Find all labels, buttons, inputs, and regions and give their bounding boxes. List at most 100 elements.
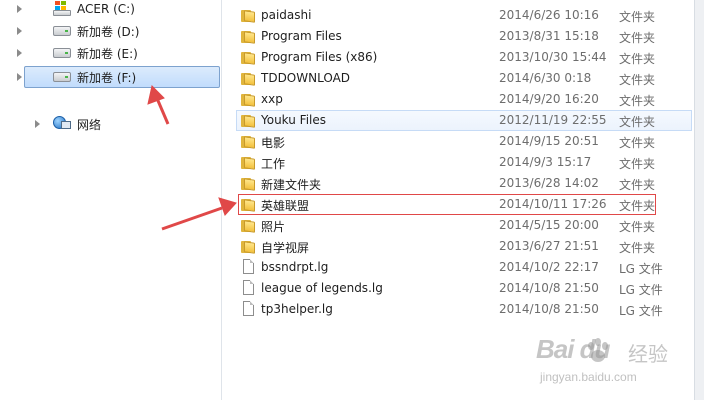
date-modified: 2013/6/27 21:51	[499, 239, 599, 253]
folder-row[interactable]: TDDOWNLOAD 2014/6/30 0:18 文件夹	[236, 68, 692, 89]
file-row[interactable]: tp3helper.lg 2014/10/8 21:50 LG 文件	[236, 299, 692, 320]
file-name: 电影	[261, 136, 286, 150]
folder-icon	[241, 197, 256, 212]
date-modified: 2013/6/28 14:02	[499, 176, 599, 190]
date-modified: 2014/10/2 22:17	[499, 260, 599, 274]
drive-icon	[53, 26, 71, 36]
folder-icon	[241, 218, 256, 233]
file-name: 新建文件夹	[261, 178, 322, 192]
folder-icon	[241, 155, 256, 170]
watermark-url: jingyan.baidu.com	[540, 370, 637, 384]
folder-row[interactable]: paidashi 2014/6/26 10:16 文件夹	[236, 5, 692, 26]
folder-row[interactable]: Program Files (x86) 2013/10/30 15:44 文件夹	[236, 47, 692, 68]
file-name: Program Files	[261, 29, 342, 43]
expand-arrow-icon[interactable]	[35, 120, 40, 128]
paw-icon	[588, 338, 608, 362]
date-modified: 2013/8/31 15:18	[499, 29, 599, 43]
tree-item-drive-c[interactable]: ACER (C:)	[17, 0, 220, 20]
file-icon	[243, 280, 254, 295]
date-modified: 2014/10/8 21:50	[499, 281, 599, 295]
file-type: LG 文件	[619, 262, 663, 276]
folder-row[interactable]: Youku Files 2012/11/19 22:55 文件夹	[236, 110, 692, 131]
file-name: tp3helper.lg	[261, 302, 333, 316]
tree-item-drive-f[interactable]: 新加卷 (F:)	[17, 66, 220, 88]
file-row[interactable]: bssndrpt.lg 2014/10/2 22:17 LG 文件	[236, 257, 692, 278]
file-name: Program Files (x86)	[261, 50, 378, 64]
folder-icon	[241, 71, 256, 86]
tree-item-label: 新加卷 (D:)	[77, 24, 140, 39]
file-type: 文件夹	[619, 178, 656, 192]
file-type: 文件夹	[619, 241, 656, 255]
file-name: xxp	[261, 92, 283, 106]
folder-icon	[241, 29, 256, 44]
folder-icon	[241, 176, 256, 191]
folder-icon	[241, 239, 256, 254]
network-icon	[53, 116, 71, 132]
file-name: 自学视屏	[261, 241, 310, 255]
file-name: 工作	[261, 157, 286, 171]
file-name: 英雄联盟	[261, 199, 310, 213]
date-modified: 2012/11/19 22:55	[499, 113, 607, 127]
folder-icon	[241, 8, 256, 23]
os-drive-icon	[53, 1, 71, 17]
tree-item-label: 网络	[77, 117, 102, 132]
expand-arrow-icon[interactable]	[17, 73, 22, 81]
tree-item-label: 新加卷 (F:)	[77, 70, 137, 85]
date-modified: 2013/10/30 15:44	[499, 50, 607, 64]
folder-icon	[241, 50, 256, 65]
folder-row[interactable]: xxp 2014/9/20 16:20 文件夹	[236, 89, 692, 110]
folder-row[interactable]: 电影 2014/9/15 20:51 文件夹	[236, 131, 692, 152]
file-name: bssndrpt.lg	[261, 260, 329, 274]
date-modified: 2014/9/20 16:20	[499, 92, 599, 106]
file-type: 文件夹	[619, 157, 656, 171]
baidu-jingyan-watermark: Bai du 经验 jingyan.baidu.com	[536, 334, 696, 390]
date-modified: 2014/10/11 17:26	[499, 197, 607, 211]
file-name: league of legends.lg	[261, 281, 383, 295]
folder-icon	[241, 113, 256, 128]
file-name: Youku Files	[261, 113, 327, 127]
folder-row[interactable]: 工作 2014/9/3 15:17 文件夹	[236, 152, 692, 173]
date-modified: 2014/10/8 21:50	[499, 302, 599, 316]
file-name: 照片	[261, 220, 286, 234]
file-row[interactable]: league of legends.lg 2014/10/8 21:50 LG 文件	[236, 278, 692, 299]
file-type: 文件夹	[619, 31, 656, 45]
file-type: 文件夹	[619, 52, 656, 66]
date-modified: 2014/9/15 20:51	[499, 134, 599, 148]
expand-arrow-icon[interactable]	[17, 5, 22, 13]
tree-item-network[interactable]: 网络	[12, 113, 208, 135]
tree-item-label: 新加卷 (E:)	[77, 46, 138, 61]
file-name: TDDOWNLOAD	[261, 71, 351, 85]
file-type: 文件夹	[619, 10, 656, 24]
file-type: 文件夹	[619, 136, 656, 150]
file-type: 文件夹	[619, 73, 656, 87]
file-type: 文件夹	[619, 220, 656, 234]
date-modified: 2014/6/26 10:16	[499, 8, 599, 22]
tree-item-drive-e[interactable]: 新加卷 (E:)	[17, 42, 220, 64]
file-type: 文件夹	[619, 94, 656, 108]
navigation-pane: ACER (C:) 新加卷 (D:) 新加卷 (E:) 新加卷 (F:) 网络	[0, 0, 222, 400]
folder-icon	[241, 92, 256, 107]
file-name: paidashi	[261, 8, 312, 22]
folder-icon	[241, 134, 256, 149]
tree-item-drive-d[interactable]: 新加卷 (D:)	[17, 20, 220, 42]
file-icon	[243, 301, 254, 316]
file-icon	[243, 259, 254, 274]
drive-icon	[53, 72, 71, 82]
watermark-text: 经验	[628, 342, 668, 366]
expand-arrow-icon[interactable]	[17, 27, 22, 35]
file-type: LG 文件	[619, 304, 663, 318]
file-type: 文件夹	[619, 115, 656, 129]
folder-row[interactable]: 自学视屏 2013/6/27 21:51 文件夹	[236, 236, 692, 257]
folder-row[interactable]: 英雄联盟 2014/10/11 17:26 文件夹	[236, 194, 692, 215]
folder-row[interactable]: 新建文件夹 2013/6/28 14:02 文件夹	[236, 173, 692, 194]
tree-item-label: ACER (C:)	[77, 2, 135, 16]
date-modified: 2014/6/30 0:18	[499, 71, 592, 85]
date-modified: 2014/5/15 20:00	[499, 218, 599, 232]
file-type: LG 文件	[619, 283, 663, 297]
date-modified: 2014/9/3 15:17	[499, 155, 592, 169]
drive-icon	[53, 48, 71, 58]
folder-row[interactable]: 照片 2014/5/15 20:00 文件夹	[236, 215, 692, 236]
file-type: 文件夹	[619, 199, 656, 213]
folder-row[interactable]: Program Files 2013/8/31 15:18 文件夹	[236, 26, 692, 47]
expand-arrow-icon[interactable]	[17, 49, 22, 57]
